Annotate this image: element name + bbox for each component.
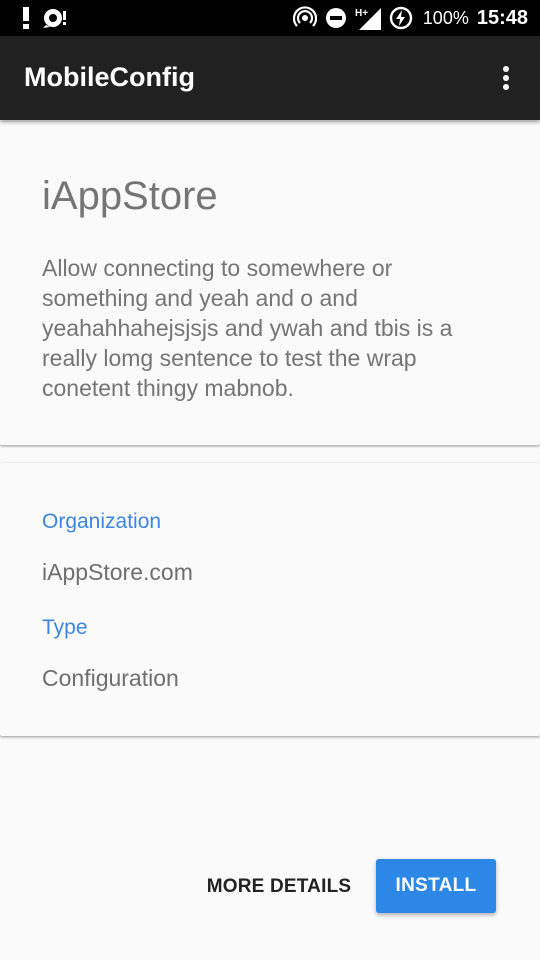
battery-percentage: 100% (422, 7, 469, 28)
network-type-label: H+ (355, 8, 368, 19)
status-left-icons (22, 4, 68, 32)
profile-info-card: Organization iAppStore.com Type Configur… (0, 463, 540, 736)
do-not-disturb-icon (325, 7, 347, 29)
more-details-button[interactable]: MORE DETAILS (195, 862, 363, 912)
organization-label: Organization (42, 510, 162, 533)
profile-card: iAppStore Allow connecting to somewhere … (0, 122, 540, 445)
type-value: Configuration (42, 665, 179, 691)
profile-title: iAppStore (42, 174, 218, 218)
alert-icon (22, 7, 30, 29)
app-toolbar: MobileConfig (0, 36, 540, 120)
hotspot-icon (292, 6, 317, 30)
overflow-menu-button[interactable] (486, 58, 526, 98)
profile-description: Allow connecting to somewhere or somethi… (42, 255, 453, 401)
status-bar: H+ 100% 15:48 (0, 0, 540, 36)
battery-charging-icon (389, 6, 413, 30)
app-title: MobileConfig (24, 62, 195, 92)
type-label: Type (42, 616, 88, 639)
notification-icon (42, 7, 68, 29)
status-right-icons: H+ 100% 15:48 (292, 4, 528, 32)
organization-value: iAppStore.com (42, 559, 193, 585)
signal-icon: H+ (355, 6, 381, 30)
more-vert-icon (503, 66, 509, 90)
clock: 15:48 (476, 6, 528, 29)
install-button[interactable]: INSTALL (376, 859, 496, 913)
